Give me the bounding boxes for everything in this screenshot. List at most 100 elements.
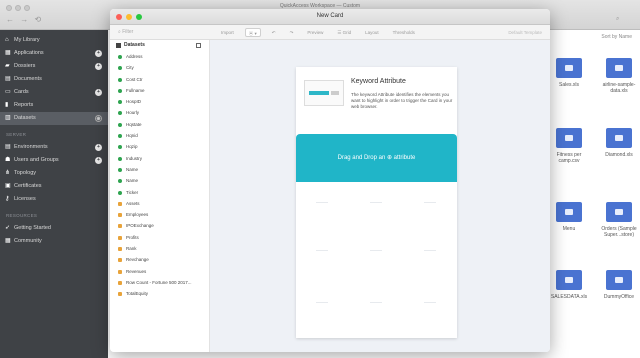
sidebar-section-header: RESOURCES bbox=[6, 213, 38, 218]
attribute-item[interactable]: Ticker bbox=[110, 187, 209, 198]
attribute-label: Hourly bbox=[126, 110, 140, 116]
collapse-panel-icon[interactable] bbox=[196, 43, 201, 48]
attribute-icon bbox=[118, 179, 122, 184]
back-forward-nav[interactable]: ← → ⟲ bbox=[6, 15, 43, 24]
sidebar-item-label: Cards bbox=[14, 89, 29, 95]
template-selector[interactable]: Default Template bbox=[508, 28, 542, 37]
layout-button[interactable]: Layout bbox=[362, 28, 382, 37]
metric-item[interactable]: Employees bbox=[110, 209, 209, 220]
filter-input[interactable]: ⌕ Filter bbox=[116, 28, 146, 37]
add-badge[interactable]: + bbox=[95, 63, 102, 70]
thresholds-button[interactable]: Thresholds bbox=[390, 28, 418, 37]
attribute-icon bbox=[118, 66, 122, 71]
attribute-item[interactable]: Cost Ctr bbox=[110, 74, 209, 85]
file-name-line2: Super...store) bbox=[603, 232, 634, 238]
sidebar-item-applications[interactable]: ▦ Applications + bbox=[0, 47, 108, 60]
dataset-dropdown[interactable]: ⦿ ▾ bbox=[244, 28, 261, 37]
sidebar-item-licenses[interactable]: ⚷ Licenses bbox=[0, 193, 108, 206]
dataset-grid-icon bbox=[116, 43, 121, 48]
metric-item[interactable]: Assets bbox=[110, 198, 209, 209]
preview-button[interactable]: Preview bbox=[304, 28, 326, 37]
sidebar-item-reports[interactable]: ▮ Reports bbox=[0, 99, 108, 112]
add-badge[interactable]: + bbox=[95, 157, 102, 164]
report-icon: ▮ bbox=[5, 102, 9, 108]
add-badge[interactable]: ⊕ bbox=[95, 115, 102, 122]
attribute-drop-zone[interactable]: Drag and Drop an ⊕ attribute bbox=[296, 134, 457, 182]
metric-item[interactable]: IPOExchange bbox=[110, 220, 209, 231]
metric-item[interactable]: Revenues bbox=[110, 266, 209, 277]
sort-selector[interactable]: Sort by Name bbox=[601, 34, 632, 40]
file-name: Diamond.xls bbox=[605, 152, 633, 158]
sidebar-item-documents[interactable]: ▤ Documents bbox=[0, 73, 108, 86]
attribute-item[interactable]: Hqnid bbox=[110, 130, 209, 141]
sidebar-item-label: Licenses bbox=[14, 196, 36, 202]
search-icon[interactable]: ⌕ bbox=[616, 16, 634, 24]
metric-item[interactable]: Revchange bbox=[110, 254, 209, 265]
sidebar-item-users-groups[interactable]: ☗ Users and Groups + bbox=[0, 154, 108, 167]
sidebar-item-certificates[interactable]: ▣ Certificates bbox=[0, 180, 108, 193]
attribute-label: Name bbox=[126, 166, 139, 172]
metric-item[interactable]: TotalEquity bbox=[110, 288, 209, 299]
metric-icon bbox=[118, 258, 122, 263]
metric-item[interactable]: Profits bbox=[110, 232, 209, 243]
attribute-icon bbox=[118, 145, 122, 150]
sidebar-item-label: Users and Groups bbox=[14, 157, 59, 163]
attribute-label: Hqzip bbox=[126, 144, 138, 150]
sidebar-item-my-library[interactable]: ⌂ My Library bbox=[0, 34, 108, 47]
modal-title: New Card bbox=[316, 13, 344, 19]
folder-icon: ▰ bbox=[5, 63, 10, 69]
attribute-item[interactable]: Hqstate bbox=[110, 119, 209, 130]
doc-icon: ▤ bbox=[5, 76, 11, 82]
metric-icon bbox=[118, 247, 122, 252]
file-item[interactable]: airline-sample-data.xls bbox=[590, 58, 640, 94]
add-badge[interactable]: + bbox=[95, 89, 102, 96]
attribute-item[interactable]: Industry bbox=[110, 153, 209, 164]
attribute-icon bbox=[118, 55, 122, 59]
sidebar-item-datasets[interactable]: ▥ Datasets ⊕ bbox=[0, 112, 108, 125]
attribute-item[interactable]: Hqzip bbox=[110, 141, 209, 152]
attribute-item[interactable]: Name bbox=[110, 164, 209, 175]
file-item[interactable]: Diamond.xls bbox=[590, 128, 640, 158]
import-button[interactable]: Import bbox=[218, 28, 237, 37]
grid-button[interactable]: ☰ Grid bbox=[334, 28, 354, 37]
sidebar-item-community[interactable]: ▦ Community bbox=[0, 235, 108, 248]
attribute-item[interactable]: Fullname bbox=[110, 85, 209, 96]
keyword-attribute-info: Keyword Attribute The keyword Attribute … bbox=[296, 67, 457, 124]
sidebar-item-label: Environments bbox=[14, 144, 48, 150]
metric-label: IPOExchange bbox=[126, 223, 154, 229]
users-icon: ☗ bbox=[5, 157, 11, 163]
sidebar-item-topology[interactable]: ⋔ Topology bbox=[0, 167, 108, 180]
attribute-label: Address bbox=[126, 54, 143, 59]
attribute-label: Hqnid bbox=[126, 133, 138, 139]
metric-item[interactable]: Row Count - Fortune 500 2017... bbox=[110, 277, 209, 288]
sidebar-item-dossiers[interactable]: ▰ Dossiers + bbox=[0, 60, 108, 73]
community-icon: ▦ bbox=[5, 238, 11, 244]
attribute-item[interactable]: Name bbox=[110, 175, 209, 186]
sidebar-item-cards[interactable]: ▭ Cards + bbox=[0, 86, 108, 99]
metric-icon bbox=[118, 213, 122, 218]
metric-label: Revchange bbox=[126, 257, 149, 263]
file-item[interactable]: Orders (Sample Super...store) bbox=[590, 202, 640, 238]
attribute-label: Hqstate bbox=[126, 121, 142, 127]
metric-icon bbox=[118, 224, 122, 229]
attribute-icon bbox=[118, 77, 122, 82]
metric-icon bbox=[118, 201, 122, 206]
attribute-label: Fullname bbox=[126, 87, 145, 93]
sidebar-item-getting-started[interactable]: ➶ Getting Started bbox=[0, 222, 108, 235]
file-item[interactable]: DummyOffice bbox=[590, 270, 640, 300]
sidebar-item-environments[interactable]: ▤ Environments + bbox=[0, 141, 108, 154]
add-badge[interactable]: + bbox=[95, 144, 102, 151]
toolbar-buttons: Import ⦿ ▾ ↶ ↷ Preview ☰ Grid Layout Thr… bbox=[218, 28, 418, 37]
attribute-item[interactable]: HospID bbox=[110, 96, 209, 107]
redo-button[interactable]: ↷ bbox=[287, 28, 297, 37]
sidebar-item-label: Datasets bbox=[14, 115, 36, 121]
attribute-label: HospID bbox=[126, 99, 142, 105]
attribute-item[interactable]: Hourly bbox=[110, 107, 209, 118]
undo-button[interactable]: ↶ bbox=[269, 28, 279, 37]
attribute-item[interactable]: Address bbox=[110, 51, 209, 62]
attribute-item[interactable]: City bbox=[110, 62, 209, 73]
add-badge[interactable]: + bbox=[95, 50, 102, 57]
drop-zone-label: Drag and Drop an ⊕ attribute bbox=[337, 155, 416, 161]
file-icon bbox=[606, 128, 632, 148]
metric-item[interactable]: Rank bbox=[110, 243, 209, 254]
